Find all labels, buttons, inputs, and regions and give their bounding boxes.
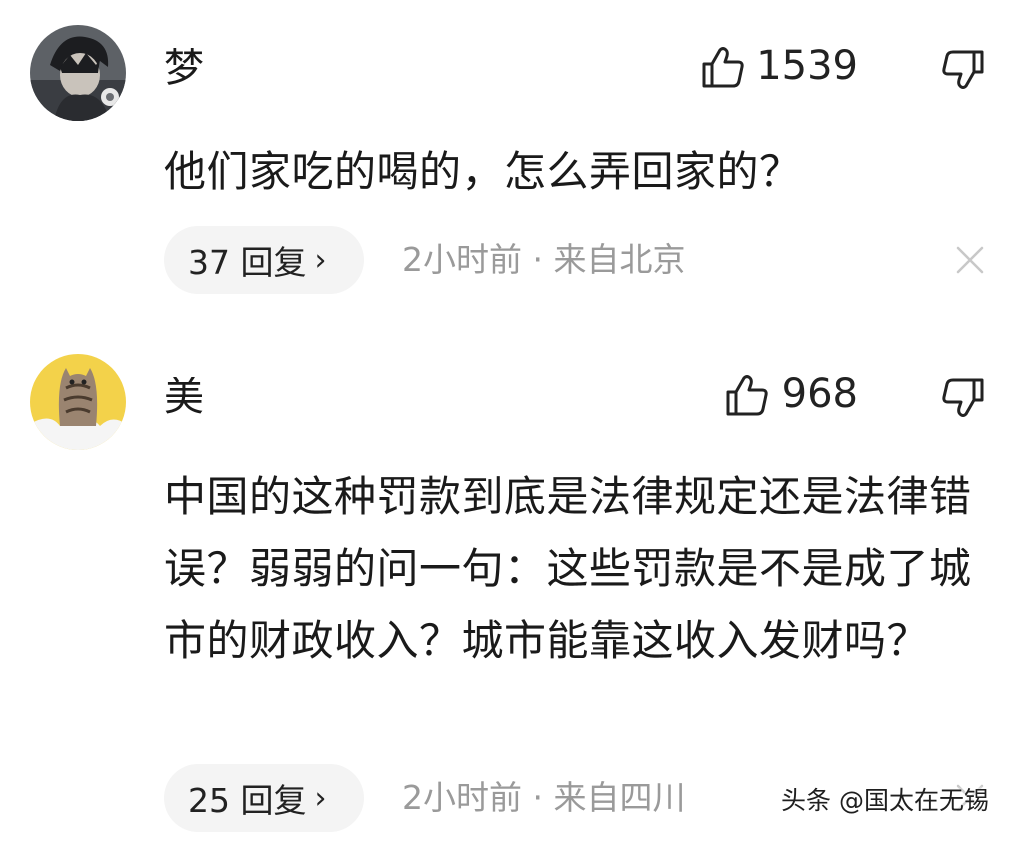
username[interactable]: 美 <box>164 377 210 417</box>
replies-button[interactable]: 25 回复 › <box>164 764 364 832</box>
cat-avatar-icon <box>30 354 126 450</box>
like-count: 968 <box>781 371 858 417</box>
replies-label: 25 回复 <box>188 781 307 820</box>
chevron-right-icon: › <box>314 780 327 816</box>
comment-text: 中国的这种罚款到底是法律规定还是法律错误？弱弱的问一句：这些罚款是不是成了城市的… <box>164 472 972 665</box>
comment-meta: 2小时前 · 来自四川 <box>402 778 686 817</box>
watermark: 头条 @国太在无锡 <box>781 786 989 815</box>
avatar[interactable] <box>30 354 126 450</box>
comment-item: 美 968 中国的这种罚款到底是法律规定还是法律错误？弱弱的问一句：这些罚款是不… <box>0 0 1015 845</box>
thumbs-down-icon[interactable] <box>940 374 986 420</box>
